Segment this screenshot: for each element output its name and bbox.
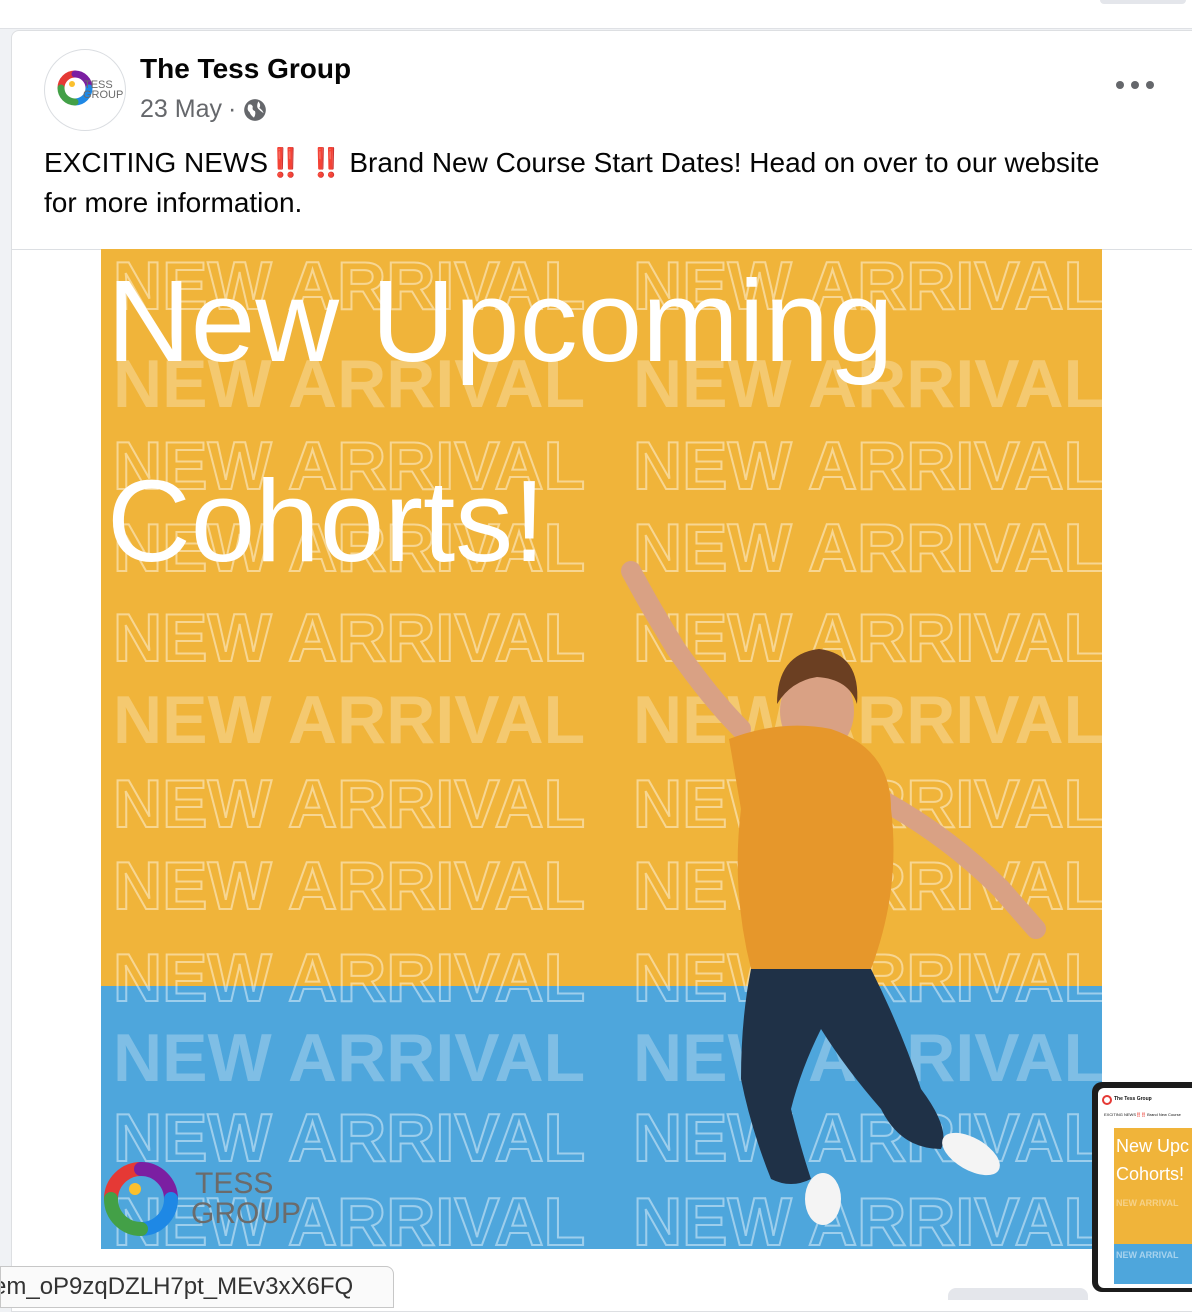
bg-text-row: NEW ARRIVAL xyxy=(113,848,585,924)
top-tab xyxy=(1100,0,1186,4)
post-image[interactable]: NEW ARRIVAL NEW ARRIVAL NEW ARRIVAL NEW … xyxy=(101,249,1102,1249)
creative-logo-text-2: GROUP xyxy=(191,1197,301,1230)
thumb-headline-2: Cohorts! xyxy=(1116,1164,1184,1184)
post-message: EXCITING NEWS‼️ ‼️ Brand New Course Star… xyxy=(44,143,1104,223)
bg-text-row: NEW ARRIVAL xyxy=(633,1184,1102,1249)
double-exclamation-emoji: ‼️ xyxy=(308,147,344,178)
bg-text-row: NEW ARRIVAL xyxy=(113,682,585,758)
bg-text-row: NEW ARRIVAL xyxy=(113,1100,585,1176)
bg-text-row: NEW ARRIVAL xyxy=(113,940,585,1016)
bg-text-row: NEW ARRIVAL xyxy=(113,600,585,676)
page-name-link[interactable]: The Tess Group xyxy=(140,53,351,85)
headline-line-2: Cohorts! xyxy=(107,456,545,586)
top-strip xyxy=(0,0,1192,29)
bg-text-row: NEW ARRIVAL xyxy=(113,1020,585,1096)
creative-logo-text-1: TESS xyxy=(195,1167,273,1200)
bg-text-row: NEW ARRIVAL xyxy=(113,766,585,842)
thumb-message: EXCITING NEWS‼️‼️ Brand New Course xyxy=(1104,1112,1182,1117)
screenshot-thumbnail-preview[interactable]: The Tess Group EXCITING NEWS‼️‼️ Brand N… xyxy=(1092,1082,1192,1292)
thumbnail-content: The Tess Group EXCITING NEWS‼️‼️ Brand N… xyxy=(1098,1088,1192,1288)
tess-group-logo-icon: TESS GROUP xyxy=(57,70,123,106)
page-avatar[interactable]: TESS GROUP xyxy=(44,49,126,131)
bg-text-row: NEW ARRIVAL xyxy=(633,1100,1102,1176)
double-exclamation-emoji: ‼️ xyxy=(268,147,303,178)
globe-icon[interactable] xyxy=(242,97,268,123)
bg-text-row: NEW ARRIVAL xyxy=(633,600,1102,676)
headline-line-1: New Upcoming xyxy=(107,256,894,386)
more-dot xyxy=(1116,81,1124,89)
bg-text-row: NEW ARRIVAL xyxy=(113,1184,585,1249)
message-part-1: EXCITING NEWS xyxy=(44,147,269,178)
more-options-button[interactable] xyxy=(1116,75,1154,95)
thumb-arrival-1: NEW ARRIVAL xyxy=(1116,1198,1179,1208)
more-dot xyxy=(1131,81,1139,89)
post-meta: 23 May · xyxy=(140,95,268,124)
more-dot xyxy=(1146,81,1154,89)
thumb-page-name: The Tess Group xyxy=(1114,1096,1152,1102)
post-card: TESS GROUP The Tess Group 23 May · EXCIT… xyxy=(11,30,1192,1312)
bg-text-row: NEW ARRIVAL xyxy=(633,510,1102,586)
post-date[interactable]: 23 May xyxy=(140,95,222,124)
thumb-headline-1: New Upc xyxy=(1116,1136,1189,1156)
bg-text-row: NEW ARRIVAL xyxy=(633,428,1102,504)
promo-graphic: NEW ARRIVAL NEW ARRIVAL NEW ARRIVAL NEW … xyxy=(101,249,1102,1249)
bottom-tab-stub xyxy=(948,1288,1088,1300)
status-url: em_oP9zqDZLH7pt_MEv3xX6FQ xyxy=(0,1273,354,1300)
url-status-bar: em_oP9zqDZLH7pt_MEv3xX6FQ xyxy=(0,1266,394,1308)
thumbnail-graphic: The Tess Group EXCITING NEWS‼️‼️ Brand N… xyxy=(1102,1095,1192,1284)
meta-separator: · xyxy=(227,95,237,123)
avatar-logo-text-2: GROUP xyxy=(83,89,123,101)
thumb-arrival-2: NEW ARRIVAL xyxy=(1116,1250,1179,1260)
